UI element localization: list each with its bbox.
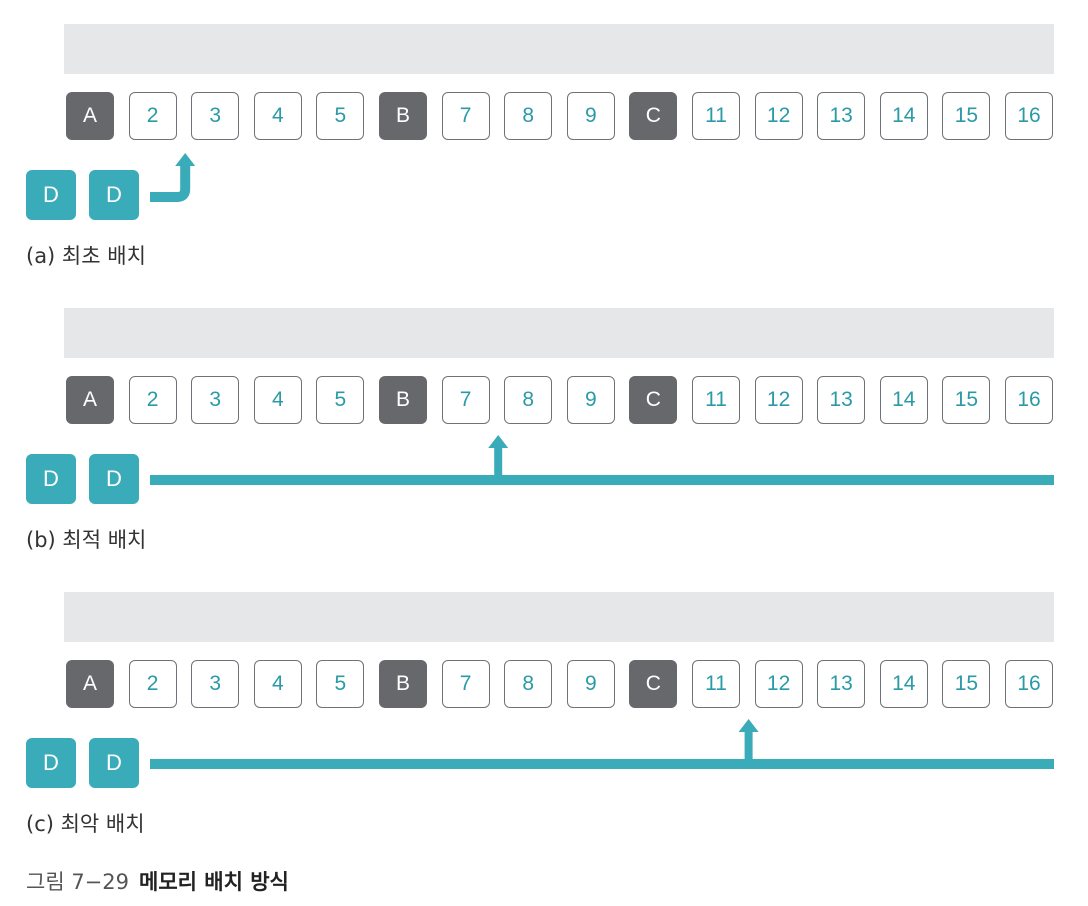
- arrow-line: [150, 475, 1054, 485]
- figure-number: 그림 7−29: [26, 870, 129, 894]
- arrow-stem: [494, 446, 503, 478]
- panel-caption: (a) 최초 배치: [26, 244, 146, 268]
- placement-arrow: [150, 719, 1054, 769]
- panel-caption: (c) 최악 배치: [26, 812, 145, 836]
- panel-caption: (b) 최적 배치: [26, 528, 147, 552]
- placement-arrow: [150, 153, 196, 202]
- arrow-line: [150, 759, 1054, 769]
- figure-title: 메모리 배치 방식: [139, 870, 289, 894]
- arrow-head: [738, 719, 759, 732]
- panel-c: A 2 3 4 5 B 7 8 9 C 11 12 13 14 15 16 D D (c) 최악 배치: [0, 568, 1088, 838]
- arrow-head: [488, 435, 509, 448]
- arrow-head: [175, 153, 196, 166]
- arrow-stem: [744, 730, 753, 762]
- arrow-shaft: [150, 164, 191, 202]
- figure-caption: 그림 7−29 메모리 배치 방식: [26, 866, 289, 896]
- panel-a: A 2 3 4 5 B 7 8 9 C 11 12 13 14 15 16 D D (a) 최초 배치: [0, 0, 1088, 270]
- placement-arrow: [150, 435, 1054, 485]
- panel-b: A 2 3 4 5 B 7 8 9 C 11 12 13 14 15 16 D D (b) 최적 배치: [0, 284, 1088, 554]
